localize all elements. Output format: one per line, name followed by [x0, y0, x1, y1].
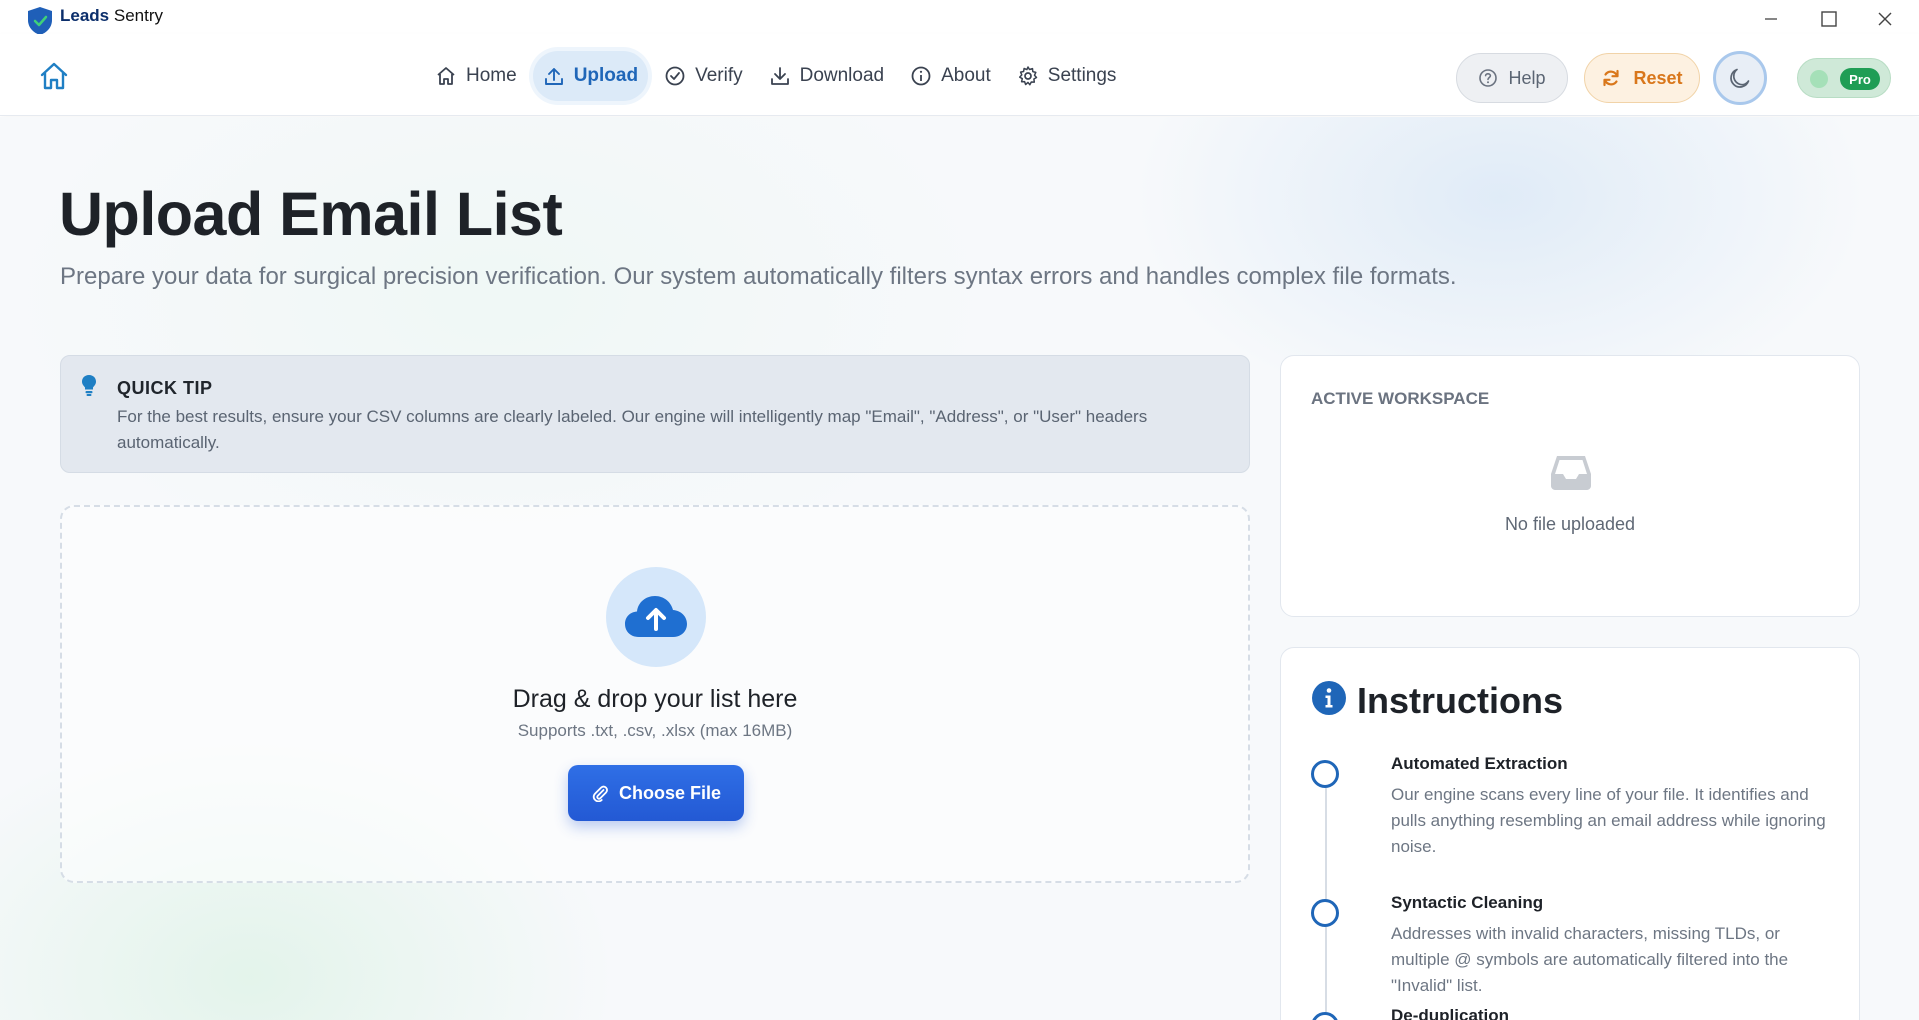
- close-icon[interactable]: [1870, 6, 1900, 32]
- nav-about[interactable]: About: [900, 51, 1001, 101]
- nav-settings-label: Settings: [1047, 65, 1117, 86]
- moon-icon: [1730, 68, 1750, 88]
- toggle-knob: [1810, 70, 1828, 88]
- step-circle-icon: [1311, 1012, 1339, 1020]
- nav-bar: Home Upload Verify Download About Settin…: [0, 34, 1919, 116]
- lightbulb-icon: [82, 375, 96, 396]
- inbox-icon: [1551, 456, 1591, 490]
- app-name: Leads Sentry: [60, 6, 163, 26]
- step-body: Our engine scans every line of your file…: [1391, 785, 1826, 856]
- title-bar: Leads Sentry: [0, 0, 1919, 35]
- choose-file-button[interactable]: Choose File: [568, 765, 744, 821]
- dropzone-title: Drag & drop your list here: [512, 685, 798, 713]
- nav-verify[interactable]: Verify: [654, 51, 753, 101]
- nav-verify-label: Verify: [695, 65, 743, 86]
- maximize-icon[interactable]: [1814, 6, 1844, 32]
- step-title: Syntactic Cleaning: [1391, 893, 1544, 912]
- step-title: De-duplication: [1391, 1006, 1510, 1020]
- instructions-card: Instructions Automated Extraction Our en…: [1280, 647, 1860, 1020]
- home-icon: [437, 67, 455, 85]
- minimize-icon[interactable]: [1756, 6, 1786, 32]
- pro-badge: Pro: [1840, 68, 1880, 90]
- choose-file-label: Choose File: [618, 782, 721, 803]
- download-icon: [770, 67, 789, 85]
- reset-button[interactable]: Reset: [1584, 53, 1700, 103]
- pro-toggle[interactable]: Pro: [1797, 58, 1891, 98]
- workspace-title: ACTIVE WORKSPACE: [1311, 389, 1490, 408]
- check-circle-icon: [665, 66, 685, 86]
- help-label: Help: [1508, 67, 1546, 88]
- reset-label: Reset: [1633, 67, 1683, 88]
- nav-home-label: Home: [466, 65, 517, 86]
- nav-settings[interactable]: Settings: [1007, 51, 1127, 101]
- upload-icon: [544, 68, 563, 85]
- paperclip-icon: [592, 785, 608, 802]
- timeline-line: [1325, 768, 1327, 1020]
- step-circle-icon: [1311, 899, 1339, 927]
- main-nav: Home Upload Verify Download About Settin…: [425, 51, 1126, 101]
- dropzone-subtitle: Supports .txt, .csv, .xlsx (max 16MB): [517, 721, 793, 740]
- main-content: Upload Email List Prepare your data for …: [0, 117, 1919, 1020]
- app-name-bold: Leads: [60, 6, 110, 25]
- nav-download[interactable]: Download: [759, 51, 895, 101]
- instructions-title: Instructions: [1357, 680, 1564, 721]
- step-title: Automated Extraction: [1391, 754, 1568, 773]
- nav-upload-label: Upload: [573, 65, 639, 86]
- info-icon: [911, 66, 931, 86]
- tip-title: QUICK TIP: [117, 378, 213, 398]
- app-name-rest: Sentry: [113, 6, 164, 25]
- nav-download-label: Download: [799, 65, 885, 86]
- tip-body: For the best results, ensure your CSV co…: [117, 407, 1148, 452]
- file-dropzone[interactable]: Drag & drop your list here Supports .txt…: [60, 505, 1250, 883]
- active-workspace-card: ACTIVE WORKSPACE No file uploaded: [1280, 355, 1860, 617]
- question-circle-icon: [1479, 69, 1498, 87]
- nav-about-label: About: [941, 65, 991, 86]
- page-title: Upload Email List: [59, 180, 563, 248]
- info-icon: [1312, 681, 1346, 715]
- cloud-upload-icon: [625, 596, 687, 637]
- step-body: Addresses with invalid characters, missi…: [1391, 924, 1789, 995]
- quick-tip-card: QUICK TIP For the best results, ensure y…: [60, 355, 1250, 473]
- refresh-icon: [1603, 69, 1620, 87]
- nav-upload[interactable]: Upload: [532, 51, 649, 101]
- home-logo-button[interactable]: [38, 60, 70, 92]
- gear-icon: [1018, 66, 1038, 86]
- shield-logo-icon: [28, 7, 52, 35]
- nav-home[interactable]: Home: [425, 51, 527, 101]
- step-circle-icon: [1311, 760, 1339, 788]
- page-subtitle: Prepare your data for surgical precision…: [60, 263, 1457, 290]
- home-icon: [40, 62, 68, 90]
- theme-toggle-button[interactable]: [1713, 51, 1767, 105]
- help-button[interactable]: Help: [1456, 53, 1568, 103]
- workspace-empty-text: No file uploaded: [1504, 514, 1636, 534]
- cloud-upload-icon-wrap: [606, 567, 706, 667]
